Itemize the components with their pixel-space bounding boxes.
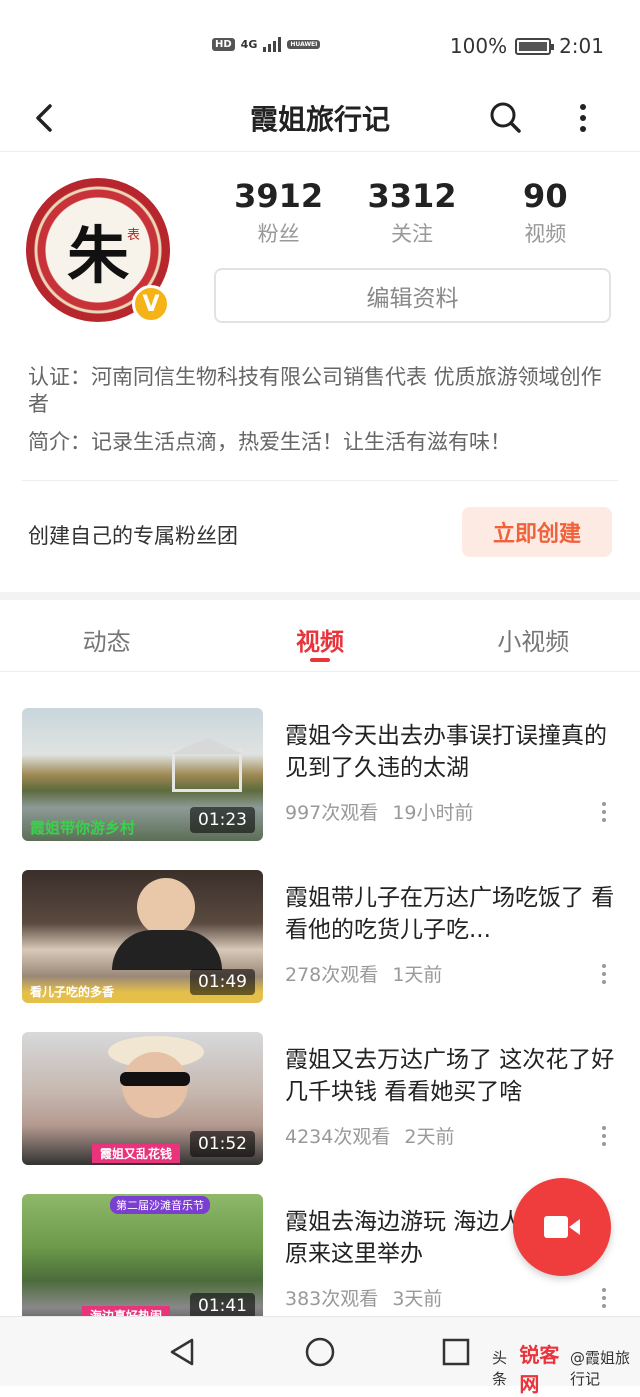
video-title: 霞姐今天出去办事误打误撞真的见到了久违的太湖 bbox=[285, 723, 607, 781]
clock: 2:01 bbox=[559, 34, 604, 58]
page-title: 霞姐旅行记 bbox=[249, 103, 390, 136]
avatar-character: 朱 bbox=[66, 219, 129, 292]
person-face bbox=[137, 878, 195, 936]
publish-time: 3天前 bbox=[392, 1288, 443, 1310]
content-tabs: 动态 视频 小视频 bbox=[0, 600, 640, 672]
divider bbox=[22, 480, 618, 481]
section-gap bbox=[0, 592, 640, 600]
video-thumbnail: 看儿子吃的多香 01:49 bbox=[22, 870, 263, 1003]
intro-text: 简介：记录生活点滴，热爱生活！让生活有滋有味！ bbox=[28, 430, 511, 454]
more-vertical-icon bbox=[580, 104, 586, 132]
person-body bbox=[112, 930, 222, 970]
stat-followers[interactable]: 3912 粉丝 bbox=[212, 176, 345, 248]
video-duration: 01:52 bbox=[190, 1131, 255, 1157]
video-thumbnail: 第二届沙滩音乐节 海边真好热闹 01:41 bbox=[22, 1194, 263, 1327]
video-item[interactable]: 看儿子吃的多香 01:49 霞姐带儿子在万达广场吃饭了 看看他的吃货儿子吃...… bbox=[0, 870, 640, 1010]
status-bar: HD 4G HUAWEI 100% 2:01 bbox=[0, 0, 640, 90]
publish-time: 1天前 bbox=[392, 964, 443, 986]
search-button[interactable] bbox=[484, 96, 528, 140]
carrier-badge: HUAWEI bbox=[287, 39, 321, 49]
network-label: 4G bbox=[240, 37, 258, 51]
stat-label: 视频 bbox=[524, 222, 567, 246]
video-title: 霞姐又去万达广场了 这次花了好几千块钱 看看她买了啥 bbox=[285, 1047, 615, 1105]
thumbnail-caption: 霞姐又乱花钱 bbox=[92, 1144, 181, 1163]
app-header: 霞姐旅行记 bbox=[0, 90, 640, 152]
search-icon bbox=[490, 102, 521, 133]
more-vertical-icon[interactable] bbox=[592, 1122, 616, 1152]
system-nav-bar: 头条 锐客网 @霞姐旅行记 bbox=[0, 1316, 640, 1396]
event-banner: 第二届沙滩音乐节 bbox=[110, 1196, 210, 1214]
verified-badge: V bbox=[132, 285, 170, 323]
create-fan-club-button[interactable]: 立即创建 bbox=[462, 507, 612, 557]
battery-percent: 100% bbox=[449, 34, 508, 58]
watermark-name: @霞姐旅行记 bbox=[570, 1349, 631, 1388]
status-left: HD 4G HUAWEI bbox=[212, 36, 321, 52]
watermark-prefix: 头条 bbox=[492, 1349, 508, 1388]
stat-label: 粉丝 bbox=[257, 222, 300, 246]
publish-time: 19小时前 bbox=[392, 802, 474, 824]
video-thumbnail: 霞姐又乱花钱 01:52 bbox=[22, 1032, 263, 1165]
hd-badge: HD bbox=[212, 37, 235, 51]
more-vertical-icon[interactable] bbox=[592, 960, 616, 990]
nav-back-button[interactable] bbox=[166, 1335, 200, 1369]
more-vertical-icon[interactable] bbox=[592, 1284, 616, 1314]
thumbnail-caption: 霞姐带你游乡村 bbox=[30, 819, 136, 837]
video-meta: 383次观看 3天前 bbox=[285, 1284, 442, 1311]
signal-icon bbox=[263, 36, 282, 52]
tab-videos[interactable]: 视频 bbox=[213, 600, 426, 671]
video-item[interactable]: 霞姐又乱花钱 01:52 霞姐又去万达广场了 这次花了好几千块钱 看看她买了啥 … bbox=[0, 1032, 640, 1172]
video-duration: 01:23 bbox=[190, 807, 255, 833]
status-right: 100% 2:01 bbox=[450, 34, 604, 58]
tab-dynamic[interactable]: 动态 bbox=[0, 600, 213, 671]
video-duration: 01:49 bbox=[190, 969, 255, 995]
fan-club-text: 创建自己的专属粉丝团 bbox=[28, 524, 238, 548]
avatar-seal-text: 表 bbox=[126, 228, 140, 243]
square-recent-icon bbox=[442, 1338, 470, 1366]
bio: 认证：河南同信生物科技有限公司销售代表 优质旅游领域创作者 简介：记录生活点滴，… bbox=[28, 364, 610, 456]
video-camera-icon bbox=[544, 1216, 580, 1238]
thumbnail-caption: 看儿子吃的多香 bbox=[30, 985, 115, 999]
profile-section: 朱 表 V 3912 粉丝 3312 关注 90 视频 编辑资料 认证：河南同信… bbox=[0, 152, 640, 592]
stat-videos[interactable]: 90 视频 bbox=[479, 176, 612, 248]
stat-label: 关注 bbox=[390, 222, 433, 246]
video-thumbnail: 霞姐带你游乡村 01:23 bbox=[22, 708, 263, 841]
stat-value: 90 bbox=[523, 177, 568, 215]
video-item[interactable]: 霞姐带你游乡村 01:23 霞姐今天出去办事误打误撞真的见到了久违的太湖 997… bbox=[0, 708, 640, 848]
video-meta: 997次观看 19小时前 bbox=[285, 798, 474, 825]
video-meta: 4234次观看 2天前 bbox=[285, 1122, 455, 1149]
pavilion-shape bbox=[172, 750, 242, 792]
watermark-logo: 锐客网 bbox=[519, 1343, 560, 1396]
battery-icon bbox=[515, 37, 555, 55]
sunglasses bbox=[120, 1072, 190, 1086]
view-count: 383次观看 bbox=[285, 1288, 379, 1310]
certification-text: 认证：河南同信生物科技有限公司销售代表 优质旅游领域创作者 bbox=[28, 365, 602, 416]
view-count: 997次观看 bbox=[285, 802, 379, 824]
more-button[interactable] bbox=[566, 96, 600, 140]
edit-profile-button[interactable]: 编辑资料 bbox=[214, 268, 611, 323]
watermark: 头条 锐客网 @霞姐旅行记 bbox=[492, 1339, 640, 1397]
stat-value: 3912 bbox=[234, 177, 324, 215]
stat-following[interactable]: 3312 关注 bbox=[345, 176, 478, 248]
nav-home-button[interactable] bbox=[303, 1335, 337, 1369]
video-title: 霞姐带儿子在万达广场吃饭了 看看他的吃货儿子吃... bbox=[285, 885, 615, 943]
view-count: 278次观看 bbox=[285, 964, 379, 986]
stats-row: 3912 粉丝 3312 关注 90 视频 bbox=[212, 176, 612, 248]
triangle-back-icon bbox=[170, 1338, 194, 1366]
nav-recent-button[interactable] bbox=[439, 1335, 473, 1369]
stat-value: 3312 bbox=[367, 177, 457, 215]
tab-short-videos[interactable]: 小视频 bbox=[427, 600, 640, 671]
record-video-button[interactable] bbox=[513, 1178, 611, 1276]
video-meta: 278次观看 1天前 bbox=[285, 960, 442, 987]
view-count: 4234次观看 bbox=[285, 1126, 391, 1148]
more-vertical-icon[interactable] bbox=[592, 798, 616, 828]
circle-home-icon bbox=[305, 1337, 335, 1367]
publish-time: 2天前 bbox=[404, 1126, 455, 1148]
